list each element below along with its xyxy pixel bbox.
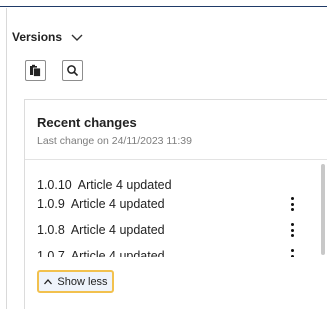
version-list: 1.0.10 Article 4 updated 1.0.9 Article 4 u…	[25, 160, 325, 257]
more-options-icon[interactable]	[289, 223, 295, 237]
last-change-text: Last change on 24/11/2023 11:39	[37, 135, 192, 147]
show-less-label: Show less	[57, 275, 108, 288]
chevron-down-icon	[71, 34, 83, 41]
version-description: Article 4 updated	[70, 197, 165, 211]
recent-changes-title: Recent changes	[37, 115, 137, 130]
version-number: 1.0.8	[37, 223, 65, 237]
version-item[interactable]: 1.0.8 Article 4 updated	[37, 220, 305, 240]
version-description: Article 4 updated	[70, 249, 165, 257]
copy-button[interactable]	[25, 60, 46, 81]
copy-icon	[30, 64, 41, 77]
version-item[interactable]: 1.0.10 Article 4 updated	[37, 175, 305, 195]
versions-toggle[interactable]: Versions	[12, 30, 84, 44]
version-item[interactable]: 1.0.7 Article 4 updated	[37, 246, 305, 257]
search-icon	[67, 65, 79, 77]
versions-panel: Versions Recent changes Last change on 2…	[0, 0, 327, 309]
version-description: Article 4 updated	[70, 223, 165, 237]
version-number: 1.0.9	[37, 197, 65, 211]
more-options-icon[interactable]	[289, 197, 295, 211]
more-options-icon[interactable]	[289, 249, 295, 257]
versions-label: Versions	[12, 30, 63, 44]
chevron-up-icon	[44, 278, 53, 284]
version-description: Article 4 updated	[77, 178, 172, 192]
version-item[interactable]: 1.0.9 Article 4 updated	[37, 194, 305, 214]
version-number: 1.0.7	[37, 249, 65, 257]
list-scrollbar[interactable]	[321, 164, 325, 255]
search-button[interactable]	[62, 60, 83, 81]
recent-changes-card: Recent changes Last change on 24/11/2023…	[24, 99, 327, 309]
show-less-button[interactable]: Show less	[37, 270, 114, 293]
version-number: 1.0.10	[37, 178, 72, 192]
panel-left-border	[6, 8, 7, 309]
top-panel-edge	[0, 0, 327, 7]
